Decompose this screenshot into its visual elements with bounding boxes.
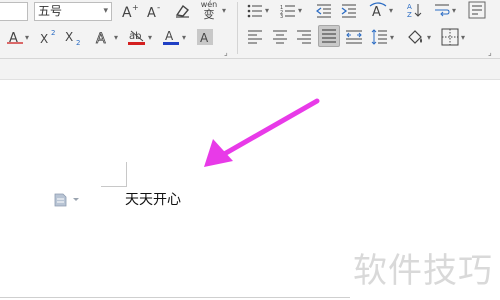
clear-format-icon[interactable] xyxy=(172,1,192,21)
line-break-dropdown-icon[interactable]: ▾ xyxy=(452,6,456,15)
svg-text:3: 3 xyxy=(280,14,283,18)
decrease-font-icon[interactable]: A- xyxy=(145,1,165,21)
font-size-select[interactable]: 五号 ▾ xyxy=(34,2,112,21)
pinyin-char: 变 xyxy=(203,8,215,21)
svg-text:-: - xyxy=(157,3,160,13)
phonetic-dropdown-icon[interactable]: ▾ xyxy=(222,6,226,15)
text-direction-dropdown-icon[interactable]: ▾ xyxy=(389,6,393,15)
underline-dropdown-icon[interactable]: ▾ xyxy=(25,33,29,42)
svg-text:A: A xyxy=(165,29,174,43)
svg-text:X: X xyxy=(65,30,73,44)
svg-text:+: + xyxy=(132,3,139,12)
borders-icon[interactable] xyxy=(440,27,460,47)
line-spacing-icon[interactable] xyxy=(370,27,388,47)
sort-icon[interactable]: AZ xyxy=(406,0,424,20)
chevron-down-icon: ▾ xyxy=(103,6,108,16)
char-shading-icon[interactable]: A xyxy=(195,27,215,47)
strikethrough-icon[interactable]: A xyxy=(6,27,24,47)
shading-icon[interactable] xyxy=(406,27,426,47)
superscript-icon[interactable]: X2 xyxy=(39,27,59,47)
line-spacing-dropdown-icon[interactable]: ▾ xyxy=(390,33,394,42)
svg-text:A: A xyxy=(96,31,106,45)
ruler-area xyxy=(0,59,500,80)
svg-text:2: 2 xyxy=(76,39,80,45)
annotation-arrow-icon xyxy=(204,98,320,167)
svg-text:A: A xyxy=(407,3,412,11)
font-size-value: 五号 xyxy=(38,4,63,18)
page-bottom-border xyxy=(0,297,350,298)
font-dialog-launcher-icon[interactable]: ⌟ xyxy=(224,48,228,57)
svg-text:A: A xyxy=(122,5,132,19)
margin-corner-mark-h xyxy=(101,186,127,187)
font-color-icon[interactable]: A xyxy=(161,27,181,47)
shading-dropdown-icon[interactable]: ▾ xyxy=(427,33,431,42)
bullet-list-icon[interactable] xyxy=(246,1,264,21)
increase-font-icon[interactable]: A + xyxy=(120,1,140,21)
ribbon-toolbar: 五号 ▾ A + A- wén 变 ▾ ▾ 123 ▾ A ▾ A Z ▾ A … xyxy=(0,0,500,58)
phonetic-guide-icon[interactable]: wén 变 xyxy=(198,0,220,22)
bullet-dropdown-icon[interactable]: ▾ xyxy=(265,6,269,15)
svg-text:2: 2 xyxy=(51,29,55,37)
distributed-icon[interactable] xyxy=(345,27,363,47)
margin-corner-mark xyxy=(126,162,127,187)
decrease-indent-icon[interactable] xyxy=(315,1,333,21)
align-right-icon[interactable] xyxy=(295,27,313,47)
highlight-icon[interactable]: ab xyxy=(127,27,147,47)
svg-text:A: A xyxy=(372,5,381,18)
text-direction-icon[interactable]: A xyxy=(368,0,388,20)
align-center-icon[interactable] xyxy=(271,27,289,47)
svg-text:A: A xyxy=(147,6,156,19)
group-separator xyxy=(237,2,238,54)
paragraph-layout-icon[interactable] xyxy=(54,192,82,211)
svg-text:ab: ab xyxy=(129,31,141,42)
svg-text:A: A xyxy=(200,31,209,45)
document-text[interactable]: 天天开心 xyxy=(125,189,181,209)
word-processor-window: 五号 ▾ A + A- wén 变 ▾ ▾ 123 ▾ A ▾ A Z ▾ A … xyxy=(0,0,500,300)
line-break-icon[interactable] xyxy=(433,0,451,20)
show-marks-icon[interactable] xyxy=(467,0,487,20)
subscript-icon[interactable]: X2 xyxy=(64,27,84,47)
svg-text:X: X xyxy=(40,32,48,45)
font-name-box[interactable] xyxy=(0,2,28,21)
highlight-dropdown-icon[interactable]: ▾ xyxy=(148,33,152,42)
borders-dropdown-icon[interactable]: ▾ xyxy=(461,33,465,42)
numbered-dropdown-icon[interactable]: ▾ xyxy=(298,6,302,15)
increase-indent-icon[interactable] xyxy=(340,1,358,21)
svg-text:Z: Z xyxy=(407,11,412,18)
justify-icon[interactable] xyxy=(318,25,340,47)
align-left-icon[interactable] xyxy=(246,27,264,47)
paragraph-dialog-launcher-icon[interactable]: ⌟ xyxy=(488,48,492,57)
font-color-dropdown-icon[interactable]: ▾ xyxy=(182,33,186,42)
text-effect-dropdown-icon[interactable]: ▾ xyxy=(114,33,118,42)
numbered-list-icon[interactable]: 123 xyxy=(279,1,297,21)
text-effect-icon[interactable]: A xyxy=(93,27,113,47)
watermark: 软件技巧 xyxy=(353,251,493,291)
